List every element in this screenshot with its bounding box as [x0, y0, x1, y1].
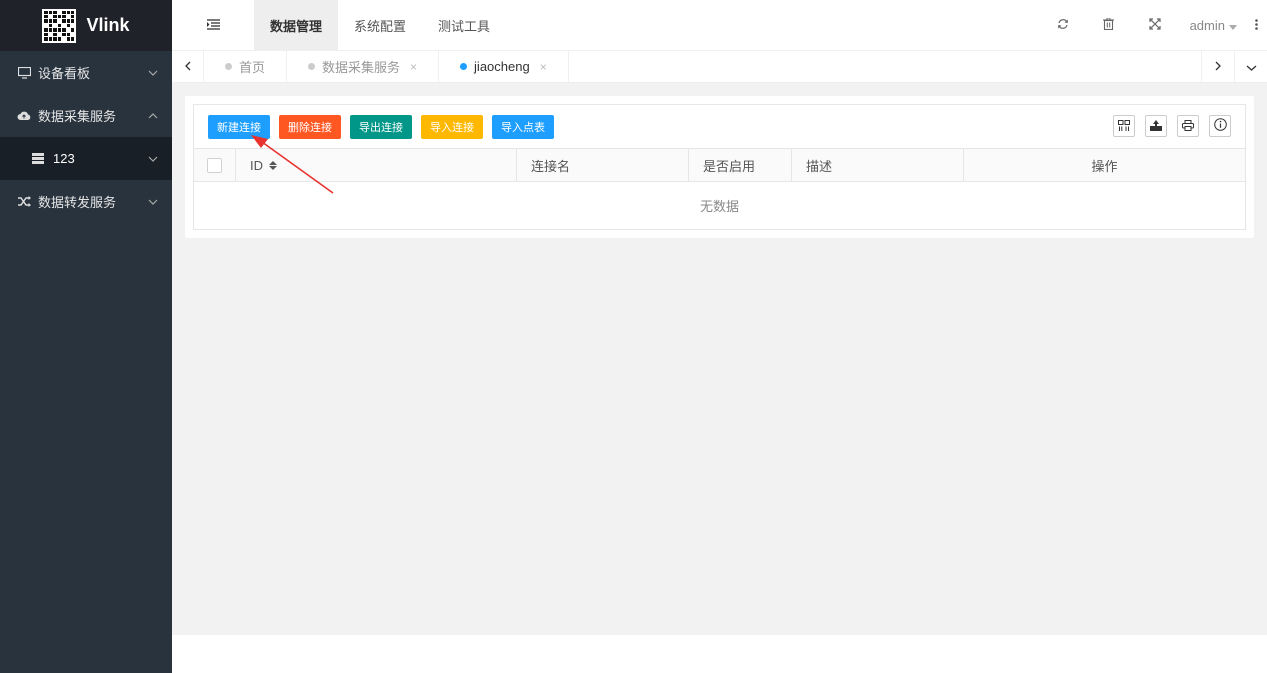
- menu-indent-icon: [206, 18, 220, 33]
- tab-status-dot: [225, 63, 232, 70]
- new-connection-button[interactable]: 新建连接: [208, 114, 270, 139]
- top-menu-system-config[interactable]: 系统配置: [338, 0, 422, 51]
- refresh-icon: [1057, 18, 1069, 33]
- delete-connection-button[interactable]: 删除连接: [279, 114, 341, 139]
- column-header-description: 描述: [792, 149, 964, 181]
- clear-cache-button[interactable]: [1086, 0, 1132, 51]
- tabs-scroll-right-button[interactable]: [1201, 51, 1234, 82]
- tab-status-dot: [308, 63, 316, 70]
- sidebar-item-label: 123: [53, 151, 75, 166]
- sidebar-item-label: 数据转发服务: [38, 195, 117, 210]
- monitor-icon: [17, 66, 31, 80]
- tab-label: jiaocheng: [474, 59, 530, 74]
- cloud-icon: [17, 109, 31, 123]
- column-header-enabled: 是否启用: [689, 149, 792, 181]
- sidebar-item-123[interactable]: 123: [0, 137, 172, 180]
- sidebar-item-label: 设备看板: [38, 66, 91, 81]
- page-footer: [172, 635, 1267, 673]
- export-connection-button[interactable]: 导出连接: [350, 114, 412, 139]
- import-connection-button[interactable]: 导入连接: [421, 114, 483, 139]
- table-empty-text: 无数据: [699, 199, 739, 214]
- header-actions: admin: [1040, 0, 1267, 51]
- tab-status-dot: [460, 63, 468, 70]
- more-menu-button[interactable]: [1245, 18, 1267, 33]
- trash-icon: [1103, 17, 1115, 33]
- column-header-actions: 操作: [1091, 158, 1118, 174]
- sidebar-toggle-button[interactable]: [172, 0, 254, 51]
- sidebar-item-label: 数据采集服务: [38, 109, 117, 124]
- chevron-left-icon: [184, 59, 191, 74]
- print-button[interactable]: [1177, 115, 1199, 137]
- column-header-id[interactable]: ID: [236, 149, 517, 181]
- sidebar-item-data-forwarding[interactable]: 数据转发服务: [0, 180, 172, 223]
- app-logo[interactable]: Vlink: [0, 0, 172, 51]
- table-toolbar: 新建连接 删除连接 导出连接 导入连接 导入点表: [194, 105, 1245, 149]
- server-icon: [32, 152, 46, 166]
- connections-table: 新建连接 删除连接 导出连接 导入连接 导入点表 ID 连接名 是否启用 描述 …: [193, 104, 1246, 230]
- fullscreen-icon: [1148, 17, 1161, 33]
- export-icon: [1150, 119, 1162, 134]
- tab-label: 首页: [239, 60, 266, 75]
- info-icon: [1213, 118, 1227, 134]
- user-name: admin: [1189, 17, 1225, 33]
- tab-home[interactable]: 首页: [204, 51, 288, 82]
- export-table-button[interactable]: [1145, 115, 1167, 137]
- tabs-right-controls: [1201, 51, 1267, 82]
- tab-label: 数据采集服务: [322, 60, 401, 75]
- grid-columns-icon: [1118, 119, 1130, 134]
- sort-icon[interactable]: [269, 160, 277, 170]
- print-icon: [1182, 119, 1194, 134]
- caret-down-icon: [1229, 18, 1237, 33]
- table-header: ID 连接名 是否启用 描述 操作: [194, 149, 1245, 182]
- page-tabs: 首页 数据采集服务 × jiaocheng ×: [172, 51, 1267, 83]
- top-header: 数据管理 系统配置 测试工具 admin: [172, 0, 1267, 51]
- select-all-cell: [194, 149, 236, 181]
- table-tool-icons: [1113, 115, 1231, 137]
- connections-card: 新建连接 删除连接 导出连接 导入连接 导入点表 ID 连接名 是否启用 描述 …: [185, 96, 1254, 238]
- sidebar-item-data-collection[interactable]: 数据采集服务: [0, 94, 172, 137]
- fullscreen-button[interactable]: [1132, 0, 1178, 51]
- more-vertical-icon: [1254, 18, 1258, 33]
- top-menu-data-management[interactable]: 数据管理: [254, 0, 339, 51]
- user-menu[interactable]: admin: [1178, 18, 1245, 33]
- refresh-button[interactable]: [1040, 0, 1086, 51]
- column-label: ID: [250, 157, 263, 173]
- chevron-down-icon: [148, 156, 158, 162]
- chevron-down-icon: [148, 197, 158, 207]
- import-points-button[interactable]: 导入点表: [492, 114, 554, 139]
- shuffle-icon: [17, 195, 31, 209]
- tab-jiaocheng[interactable]: jiaocheng ×: [439, 51, 569, 82]
- chevron-down-icon: [1246, 59, 1257, 74]
- chevron-up-icon: [148, 111, 158, 121]
- top-menu-test-tools[interactable]: 测试工具: [422, 0, 506, 51]
- chevron-down-icon: [148, 68, 158, 78]
- sidebar-item-device-board[interactable]: 设备看板: [0, 51, 172, 94]
- tabs-dropdown-button[interactable]: [1234, 51, 1267, 82]
- close-icon[interactable]: ×: [410, 60, 417, 74]
- close-icon[interactable]: ×: [540, 60, 547, 74]
- sidebar: Vlink 设备看板 数据采集服务 123 数据转发服务: [0, 0, 172, 673]
- column-header-name: 连接名: [517, 149, 689, 181]
- content-area: 新建连接 删除连接 导出连接 导入连接 导入点表 ID 连接名 是否启用 描述 …: [172, 83, 1267, 635]
- info-button[interactable]: [1209, 115, 1231, 137]
- select-all-checkbox[interactable]: [207, 157, 222, 173]
- tabs-scroll-left-button[interactable]: [172, 51, 204, 82]
- tab-data-collection[interactable]: 数据采集服务 ×: [287, 51, 440, 82]
- app-name: Vlink: [86, 15, 130, 35]
- column-filter-button[interactable]: [1113, 115, 1135, 137]
- qr-code-icon: [42, 8, 77, 43]
- chevron-right-icon: [1215, 59, 1221, 74]
